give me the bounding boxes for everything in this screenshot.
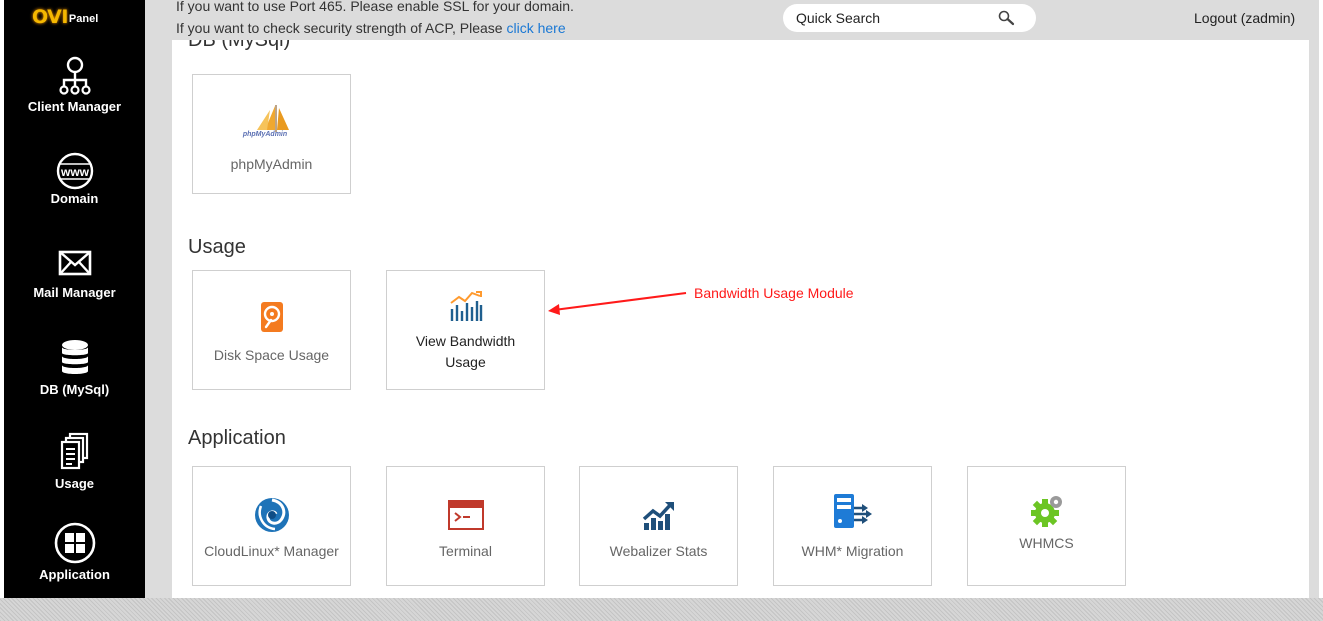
sidebar-item-label: Application — [39, 567, 110, 582]
sidebar-item-mail-manager[interactable]: Mail Manager — [4, 248, 145, 300]
cloudlinux-icon — [254, 498, 289, 532]
sidebar-item-label: Usage — [54, 476, 95, 491]
quick-search-input[interactable] — [796, 10, 986, 26]
sidebar: OVI Panel Client Manager www Domain Mail… — [4, 0, 145, 598]
tile-label: View Bandwidth Usage — [415, 333, 516, 370]
tile-label: CloudLinux* Manager — [204, 543, 339, 559]
tile-whmcs[interactable]: WHMCS — [967, 466, 1126, 586]
gear-icon — [1030, 496, 1062, 527]
tile-webalizer-stats[interactable]: Webalizer Stats — [579, 466, 738, 586]
tile-icon-wrap — [193, 299, 350, 335]
tile-icon-wrap: phpMyAdmin — [193, 103, 350, 139]
tile-icon-wrap — [774, 493, 931, 529]
section-title-usage: Usage — [188, 236, 246, 258]
search-icon[interactable] — [998, 10, 1018, 26]
tile-icon-wrap — [580, 497, 737, 533]
svg-text:phpMyAdmin: phpMyAdmin — [241, 131, 286, 138]
sidebar-item-db-mysql[interactable]: DB (MySql) — [4, 339, 145, 397]
section-title-application: Application — [188, 427, 286, 449]
tile-label: Terminal — [439, 543, 492, 559]
stats-chart-icon — [642, 501, 674, 530]
documents-icon — [60, 432, 88, 470]
envelope-icon — [58, 250, 91, 276]
www-globe-icon: www — [56, 152, 93, 190]
tile-view-bandwidth-usage[interactable]: View Bandwidth Usage — [386, 270, 545, 390]
tile-disk-space-usage[interactable]: Disk Space Usage — [192, 270, 351, 390]
tile-label: phpMyAdmin — [230, 156, 313, 172]
tile-cloudlinux-manager[interactable]: CloudLinux* Manager — [192, 466, 351, 586]
sitemap-icon — [58, 56, 91, 95]
tile-label: Webalizer Stats — [609, 543, 708, 559]
sidebar-item-domain[interactable]: www Domain — [4, 151, 145, 206]
sidebar-item-label: Mail Manager — [33, 285, 116, 300]
tile-label: WHM* Migration — [801, 543, 904, 559]
sidebar-item-application[interactable]: Application — [4, 522, 145, 582]
notice-line-1: If you want to use Port 465. Please enab… — [176, 0, 574, 14]
hard-disk-icon — [260, 302, 283, 332]
tile-icon-wrap — [387, 497, 544, 533]
notice-line-2-text: If you want to check security strength o… — [176, 20, 507, 36]
bottom-border — [0, 598, 1323, 621]
phpmyadmin-sail-icon: phpMyAdmin — [241, 105, 289, 138]
grid-circle-icon — [54, 522, 95, 564]
svg-text:www: www — [59, 165, 89, 179]
sidebar-item-client-manager[interactable]: Client Manager — [4, 56, 145, 114]
logout-link[interactable]: Logout (zadmin) — [1194, 10, 1295, 26]
tile-label: Disk Space Usage — [213, 347, 330, 363]
annotation-arrow — [548, 292, 687, 315]
ovipanel-logo[interactable]: OVI Panel — [32, 6, 98, 28]
tile-phpmyadmin[interactable]: phpMyAdmin phpMyAdmin — [192, 74, 351, 194]
app-window: OVI Panel Client Manager www Domain Mail… — [4, 0, 1319, 598]
security-check-link[interactable]: click here — [506, 20, 565, 36]
tile-terminal[interactable]: Terminal — [386, 466, 545, 586]
migration-icon — [833, 494, 872, 528]
sidebar-item-label: Client Manager — [27, 99, 122, 114]
terminal-icon — [447, 500, 484, 530]
logo-main-text: OVI — [32, 6, 68, 28]
tile-icon-wrap — [193, 497, 350, 533]
section-title-db: DB (MySql) — [188, 40, 291, 51]
quick-search-box — [783, 4, 1036, 32]
database-icon — [61, 340, 88, 374]
bandwidth-chart-icon — [449, 291, 482, 321]
tile-icon-wrap — [968, 493, 1125, 529]
tile-whm-migration[interactable]: WHM* Migration — [773, 466, 932, 586]
sidebar-item-label: DB (MySql) — [39, 382, 110, 397]
sidebar-item-label: Domain — [50, 191, 99, 206]
logo-sub-text: Panel — [68, 13, 99, 25]
notice-line-2: If you want to check security strength o… — [176, 17, 574, 39]
main-content-panel: DB (MySql) phpMyAdmin phpMyAdmin Usage D… — [172, 40, 1309, 598]
sidebar-item-usage[interactable]: Usage — [4, 432, 145, 491]
tile-icon-wrap — [387, 287, 544, 323]
notice-banner: If you want to use Port 465. Please enab… — [176, 0, 574, 39]
annotation-label: Bandwidth Usage Module — [694, 285, 854, 301]
tile-label: WHMCS — [1019, 535, 1074, 551]
